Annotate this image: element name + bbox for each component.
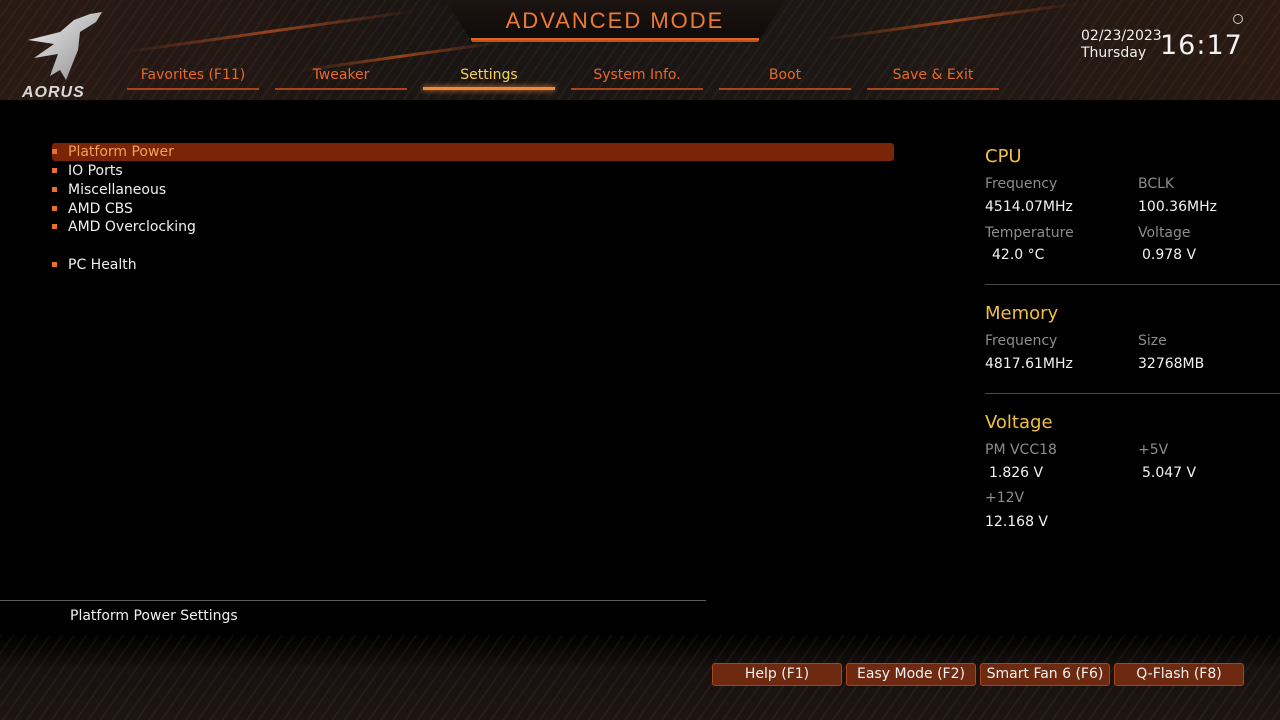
menu-item-platform-power[interactable]: Platform Power <box>52 143 894 161</box>
bullet-icon <box>52 224 57 229</box>
memory-size-value: 32768MB <box>1138 356 1205 372</box>
menu-item-label: PC Health <box>68 257 137 273</box>
help-description: Platform Power Settings <box>70 608 238 624</box>
date-text: 02/23/2023 <box>1081 28 1162 44</box>
decor-streak <box>121 9 419 54</box>
clock-time: 16:17 <box>1160 30 1243 61</box>
day-text: Thursday <box>1081 45 1147 61</box>
help-button[interactable]: Help (F1) <box>712 663 842 686</box>
bullet-icon <box>52 149 57 154</box>
cpu-bclk-label: BCLK <box>1138 176 1175 192</box>
tab-favorites[interactable]: Favorites (F11) <box>127 64 259 90</box>
bullet-icon <box>52 262 57 267</box>
tab-system-info[interactable]: System Info. <box>571 64 703 90</box>
page-title: ADVANCED MODE <box>505 8 725 33</box>
q-flash-button[interactable]: Q-Flash (F8) <box>1114 663 1244 686</box>
pm-vcc18-label: PM VCC18 <box>985 442 1057 458</box>
help-divider <box>0 600 706 601</box>
cpu-voltage-label: Voltage <box>1138 225 1191 241</box>
tab-settings[interactable]: Settings <box>423 64 555 90</box>
bullet-icon <box>52 168 57 173</box>
cpu-temperature-label: Temperature <box>985 225 1074 241</box>
section-divider <box>985 284 1280 285</box>
cpu-section-title: CPU <box>985 146 1022 167</box>
pm-vcc18-value: 1.826 V <box>989 465 1044 481</box>
smart-fan-button[interactable]: Smart Fan 6 (F6) <box>980 663 1110 686</box>
tab-boot[interactable]: Boot <box>719 64 851 90</box>
tab-tweaker[interactable]: Tweaker <box>275 64 407 90</box>
memory-frequency-label: Frequency <box>985 333 1058 349</box>
menu-item-pc-health[interactable]: PC Health <box>52 256 894 274</box>
memory-frequency-value: 4817.61MHz <box>985 356 1073 372</box>
menu-item-amd-cbs[interactable]: AMD CBS <box>52 200 894 218</box>
cpu-frequency-value: 4514.07MHz <box>985 199 1073 215</box>
menu-item-label: AMD Overclocking <box>68 219 196 235</box>
menu-item-label: IO Ports <box>68 163 123 179</box>
plus-12v-label: +12V <box>985 490 1025 506</box>
section-divider <box>985 393 1280 394</box>
menu-item-label: AMD CBS <box>68 201 133 217</box>
settings-dot-icon[interactable] <box>1233 14 1243 24</box>
plus-5v-label: +5V <box>1138 442 1169 458</box>
bullet-icon <box>52 187 57 192</box>
menu-item-label: Miscellaneous <box>68 182 167 198</box>
date-display: 02/23/2023 Thursday <box>1081 28 1162 62</box>
tab-save-exit[interactable]: Save & Exit <box>867 64 999 90</box>
menu-item-io-ports[interactable]: IO Ports <box>52 162 894 180</box>
decor-streak <box>821 1 1079 42</box>
easy-mode-button[interactable]: Easy Mode (F2) <box>846 663 976 686</box>
voltage-section-title: Voltage <box>985 412 1053 433</box>
plus-12v-value: 12.168 V <box>985 514 1049 530</box>
menu-item-amd-overclocking[interactable]: AMD Overclocking <box>52 218 894 236</box>
plus-5v-value: 5.047 V <box>1142 465 1197 481</box>
cpu-voltage-value: 0.978 V <box>1142 247 1197 263</box>
memory-size-label: Size <box>1138 333 1167 349</box>
brand-logo-text: AORUS <box>22 84 85 101</box>
menu-item-miscellaneous[interactable]: Miscellaneous <box>52 181 894 199</box>
cpu-temperature-value: 42.0 °C <box>992 247 1045 263</box>
memory-section-title: Memory <box>985 303 1059 324</box>
cpu-bclk-value: 100.36MHz <box>1138 199 1217 215</box>
bullet-icon <box>52 206 57 211</box>
menu-item-label: Platform Power <box>68 144 174 160</box>
cpu-frequency-label: Frequency <box>985 176 1058 192</box>
